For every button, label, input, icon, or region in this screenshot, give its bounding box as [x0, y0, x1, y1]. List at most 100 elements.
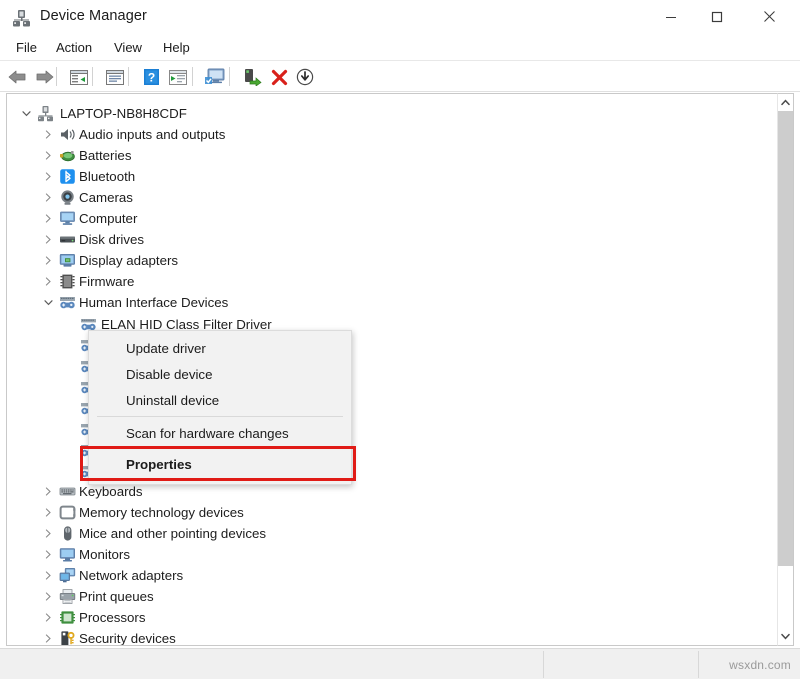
tree-node-firmware[interactable]: Firmware — [7, 271, 777, 292]
scroll-up-button[interactable] — [778, 94, 793, 111]
chevron-right-icon[interactable] — [41, 275, 55, 289]
chevron-down-icon[interactable] — [41, 296, 55, 310]
tree-node-label: Processors — [79, 610, 146, 625]
tree-node-label: Memory technology devices — [79, 505, 244, 520]
chevron-right-icon[interactable] — [41, 170, 55, 184]
tree-node-bluetooth[interactable]: Bluetooth — [7, 166, 777, 187]
tree-node-label: Firmware — [79, 274, 134, 289]
toolbar-separator — [229, 67, 230, 86]
camera-icon — [59, 189, 76, 206]
maximize-button[interactable] — [694, 0, 740, 33]
tree-node-computer[interactable]: Computer — [7, 208, 777, 229]
chevron-right-icon[interactable] — [41, 212, 55, 226]
uninstall-device-icon[interactable] — [267, 65, 291, 89]
menu-help[interactable]: Help — [157, 39, 196, 58]
window-title: Device Manager — [40, 8, 147, 24]
tree-node-label: Print queues — [79, 589, 154, 604]
scrollbar-thumb[interactable] — [778, 111, 793, 566]
menu-view[interactable]: View — [108, 39, 148, 58]
tree-node-label: Keyboards — [79, 484, 143, 499]
toolbar-separator — [192, 67, 193, 86]
tree-node-network-adapters[interactable]: Network adapters — [7, 565, 777, 586]
computer-icon — [59, 210, 76, 227]
printer-icon — [59, 588, 76, 605]
context-menu-item-scan-for-hardware-changes[interactable]: Scan for hardware changes — [89, 420, 351, 446]
help-icon[interactable]: ? — [139, 65, 163, 89]
display-adapter-icon — [59, 252, 76, 269]
speaker-icon — [59, 126, 76, 143]
tree-node-label: LAPTOP-NB8H8CDF — [60, 106, 187, 121]
chevron-right-icon[interactable] — [41, 254, 55, 268]
chevron-right-icon[interactable] — [41, 611, 55, 625]
tree-node-label: Disk drives — [79, 232, 144, 247]
chevron-right-icon[interactable] — [41, 485, 55, 499]
hid-group-icon — [59, 294, 76, 311]
close-button[interactable] — [746, 0, 792, 33]
scan-hardware-changes-icon[interactable] — [203, 65, 227, 89]
tree-node-root[interactable]: LAPTOP-NB8H8CDF — [7, 103, 777, 124]
minimize-button[interactable] — [648, 0, 694, 33]
toolbar: ? — [0, 61, 800, 92]
tree-node-label: Security devices — [79, 631, 176, 646]
device-manager-icon — [12, 9, 31, 27]
tree-node-print-queues[interactable]: Print queues — [7, 586, 777, 607]
status-bar: wsxdn.com — [0, 648, 800, 679]
chevron-down-icon[interactable] — [19, 107, 33, 121]
tree-node-label: Mice and other pointing devices — [79, 526, 266, 541]
add-legacy-hardware-icon[interactable] — [293, 65, 317, 89]
tree-node-label: Network adapters — [79, 568, 183, 583]
chevron-right-icon[interactable] — [41, 632, 55, 646]
chevron-right-icon[interactable] — [41, 128, 55, 142]
show-hide-console-tree-icon[interactable] — [67, 65, 91, 89]
mouse-icon — [59, 525, 76, 542]
tree-node-audio[interactable]: Audio inputs and outputs — [7, 124, 777, 145]
update-driver-icon[interactable] — [166, 65, 190, 89]
chevron-right-icon[interactable] — [41, 527, 55, 541]
tree-node-batteries[interactable]: Batteries — [7, 145, 777, 166]
tree-node-cameras[interactable]: Cameras — [7, 187, 777, 208]
chevron-right-icon[interactable] — [41, 590, 55, 604]
chevron-right-icon[interactable] — [41, 149, 55, 163]
context-menu-item-update-driver[interactable]: Update driver — [89, 335, 351, 361]
memory-icon — [59, 504, 76, 521]
tree-node-label: Cameras — [79, 190, 133, 205]
back-icon[interactable] — [6, 65, 30, 89]
menu-file[interactable]: File — [10, 39, 43, 58]
network-icon — [59, 567, 76, 584]
tree-node-mice-and-pointing-devices[interactable]: Mice and other pointing devices — [7, 523, 777, 544]
tree-node-monitors[interactable]: Monitors — [7, 544, 777, 565]
vertical-scrollbar[interactable] — [777, 93, 794, 646]
title-bar: Device Manager — [0, 0, 800, 36]
computer-root-icon — [37, 105, 54, 122]
chevron-right-icon[interactable] — [41, 191, 55, 205]
watermark-text: wsxdn.com — [729, 658, 791, 672]
enable-device-icon[interactable] — [240, 65, 264, 89]
chevron-right-icon[interactable] — [41, 548, 55, 562]
toolbar-separator — [92, 67, 93, 86]
tree-node-label: Bluetooth — [79, 169, 135, 184]
scroll-down-button[interactable] — [778, 628, 793, 645]
tree-node-label: Audio inputs and outputs — [79, 127, 225, 142]
status-bar-divider — [543, 651, 544, 678]
chevron-right-icon[interactable] — [41, 569, 55, 583]
tree-node-disk-drives[interactable]: Disk drives — [7, 229, 777, 250]
context-menu-item-disable-device[interactable]: Disable device — [89, 361, 351, 387]
menu-action[interactable]: Action — [50, 39, 98, 58]
context-menu-item-uninstall-device[interactable]: Uninstall device — [89, 387, 351, 413]
battery-icon — [59, 147, 76, 164]
forward-icon[interactable] — [32, 65, 56, 89]
chevron-right-icon[interactable] — [41, 506, 55, 520]
processor-icon — [59, 609, 76, 626]
toolbar-separator — [56, 67, 57, 86]
device-manager-window: Device Manager File Action View Help — [0, 0, 800, 679]
tree-node-label: Human Interface Devices — [79, 295, 228, 310]
tree-node-display-adapters[interactable]: Display adapters — [7, 250, 777, 271]
toolbar-separator — [128, 67, 129, 86]
tree-node-human-interface-devices[interactable]: Human Interface Devices — [7, 292, 777, 313]
tree-node-security-devices[interactable]: Security devices — [7, 628, 777, 646]
properties-icon[interactable] — [103, 65, 127, 89]
tree-node-processors[interactable]: Processors — [7, 607, 777, 628]
tree-node-memory-technology-devices[interactable]: Memory technology devices — [7, 502, 777, 523]
tree-node-label: Monitors — [79, 547, 130, 562]
chevron-right-icon[interactable] — [41, 233, 55, 247]
